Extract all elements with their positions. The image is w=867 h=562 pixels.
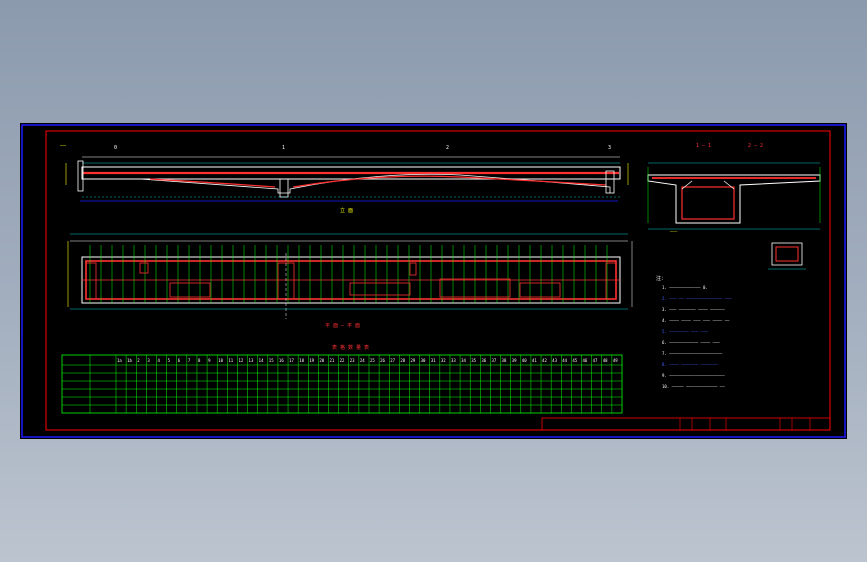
table-header-cell: 16 [279, 358, 284, 363]
table-header-cell: 40 [522, 358, 527, 363]
pier-mark-2: 2 [446, 145, 449, 151]
notes-header: 注： [656, 275, 666, 282]
plan-detail-block [349, 282, 411, 296]
table-header-cell: 12 [238, 358, 243, 363]
plan-detail-block [409, 262, 417, 276]
note-line: 10. ————— ————————————— —— [662, 384, 725, 389]
table-header-cell: 33 [451, 358, 456, 363]
note-line: 1. ————————————— 0. [662, 285, 708, 290]
table-header-cell: 8 [198, 358, 201, 363]
table-header-cell: 37 [491, 358, 496, 363]
table-header-cell: 26 [380, 358, 385, 363]
pier-mark-1: 1 [282, 145, 285, 151]
table-header-cell: 2 [137, 358, 140, 363]
table-header-cell: 15 [269, 358, 274, 363]
table-header-cell: 46 [583, 358, 588, 363]
table-header-cell: 30 [421, 358, 426, 363]
table-header-cell: 49 [613, 358, 618, 363]
table-header-cell: 38 [502, 358, 507, 363]
table-header-cell: 20 [319, 358, 324, 363]
plan-title: 平 面 — 平 面 [325, 323, 360, 329]
table-header-cell: 29 [410, 358, 415, 363]
table-title: 表 格 数 量 表 [332, 344, 369, 351]
pier-mark-0: 0 [114, 145, 117, 151]
table-header-cell: 14 [259, 358, 264, 363]
bridge-drawing: —— 立 面 0 1 2 3 平 面 — 平 面 表 格 数 量 表 1a 1b… [21, 124, 846, 438]
plan-detail-block [169, 282, 211, 298]
table-header-cell: 45 [572, 358, 577, 363]
table-header-cell: 18 [299, 358, 304, 363]
table-header-cell: 24 [360, 358, 365, 363]
cross-sections: 1 — 1 2 — 2 ——— [647, 143, 821, 270]
table-header-cell: 47 [593, 358, 598, 363]
table-header-cell: 13 [249, 358, 254, 363]
plan-view: 平 面 — 平 面 [67, 233, 633, 329]
quantity-table: 表 格 数 量 表 1a 1b 2 3 4 5 6 7 8 9 10 11 12 13 14 15 16 17 18… [61, 344, 623, 414]
table-header-cell: 43 [552, 358, 557, 363]
notes-block: 注： 1. ————————————— 0. 2. ——— —— ————————… [656, 275, 732, 389]
table-header-cell: 17 [289, 358, 294, 363]
table-header-cell: 10 [218, 358, 223, 363]
table-header-cell: 34 [461, 358, 466, 363]
table-header-cell: 23 [350, 358, 355, 363]
note-line: 8. ———— ——————— ——————— [662, 362, 718, 367]
pier-mark-3: 3 [608, 145, 611, 151]
section-dim: ——— [670, 229, 678, 234]
note-line: 4. ———— ———— ——— ——— ———— —— [662, 318, 730, 323]
plan-detail-block [605, 262, 617, 300]
note-line: 2. ——— —— ——————————————— ——— [662, 296, 732, 301]
title-block [541, 417, 831, 431]
note-line: 5. ———————— ——— ——— [662, 329, 708, 334]
note-line: 9. ——————————————————————— [662, 373, 725, 378]
plan-detail-block [139, 262, 149, 274]
elevation-title: 立 面 [340, 207, 353, 214]
table-header-cell: 39 [512, 358, 517, 363]
table-header-cell: 11 [228, 358, 233, 363]
table-header-cell: 7 [188, 358, 191, 363]
table-header-cell: 3 [147, 358, 150, 363]
table-header-cell: 6 [178, 358, 181, 363]
table-header-cell: 19 [309, 358, 314, 363]
elevation-scale-label: —— [60, 143, 67, 149]
table-header-cell: 41 [532, 358, 537, 363]
table-header-cell: 1b [127, 358, 132, 363]
table-header-cell: 9 [208, 358, 211, 363]
table-header-cell: 35 [471, 358, 476, 363]
note-line: 6. ———————————— ———— ——— [662, 340, 720, 345]
table-header-cell: 48 [603, 358, 608, 363]
elevation-view: —— 立 面 0 1 2 3 [60, 143, 629, 214]
table-header-cell: 5 [168, 358, 171, 363]
table-header-cell: 21 [330, 358, 335, 363]
table-header-cell: 44 [562, 358, 567, 363]
table-header-cell: 25 [370, 358, 375, 363]
table-header-cell: 32 [441, 358, 446, 363]
table-header-cell: 22 [340, 358, 345, 363]
plan-detail-block [519, 282, 561, 298]
table-header-cell: 27 [390, 358, 395, 363]
table-header-cell: 28 [400, 358, 405, 363]
table-header-cell: 1a [117, 358, 122, 363]
section-label-1: 1 — 1 [696, 143, 711, 149]
section-label-2: 2 — 2 [748, 143, 763, 149]
table-header-cell: 31 [431, 358, 436, 363]
cad-drawing-viewport[interactable]: —— 立 面 0 1 2 3 平 面 — 平 面 表 格 数 量 表 1a 1b… [20, 123, 847, 439]
table-header-cell: 4 [157, 358, 160, 363]
table-header-cell: 42 [542, 358, 547, 363]
table-header-cell: 36 [481, 358, 486, 363]
note-line: 7. —————————————————————— [662, 351, 723, 356]
plan-detail-block [85, 262, 97, 300]
note-line: 3. ——— ——————— ———— —————— [662, 307, 725, 312]
outer-frame [21, 124, 846, 438]
